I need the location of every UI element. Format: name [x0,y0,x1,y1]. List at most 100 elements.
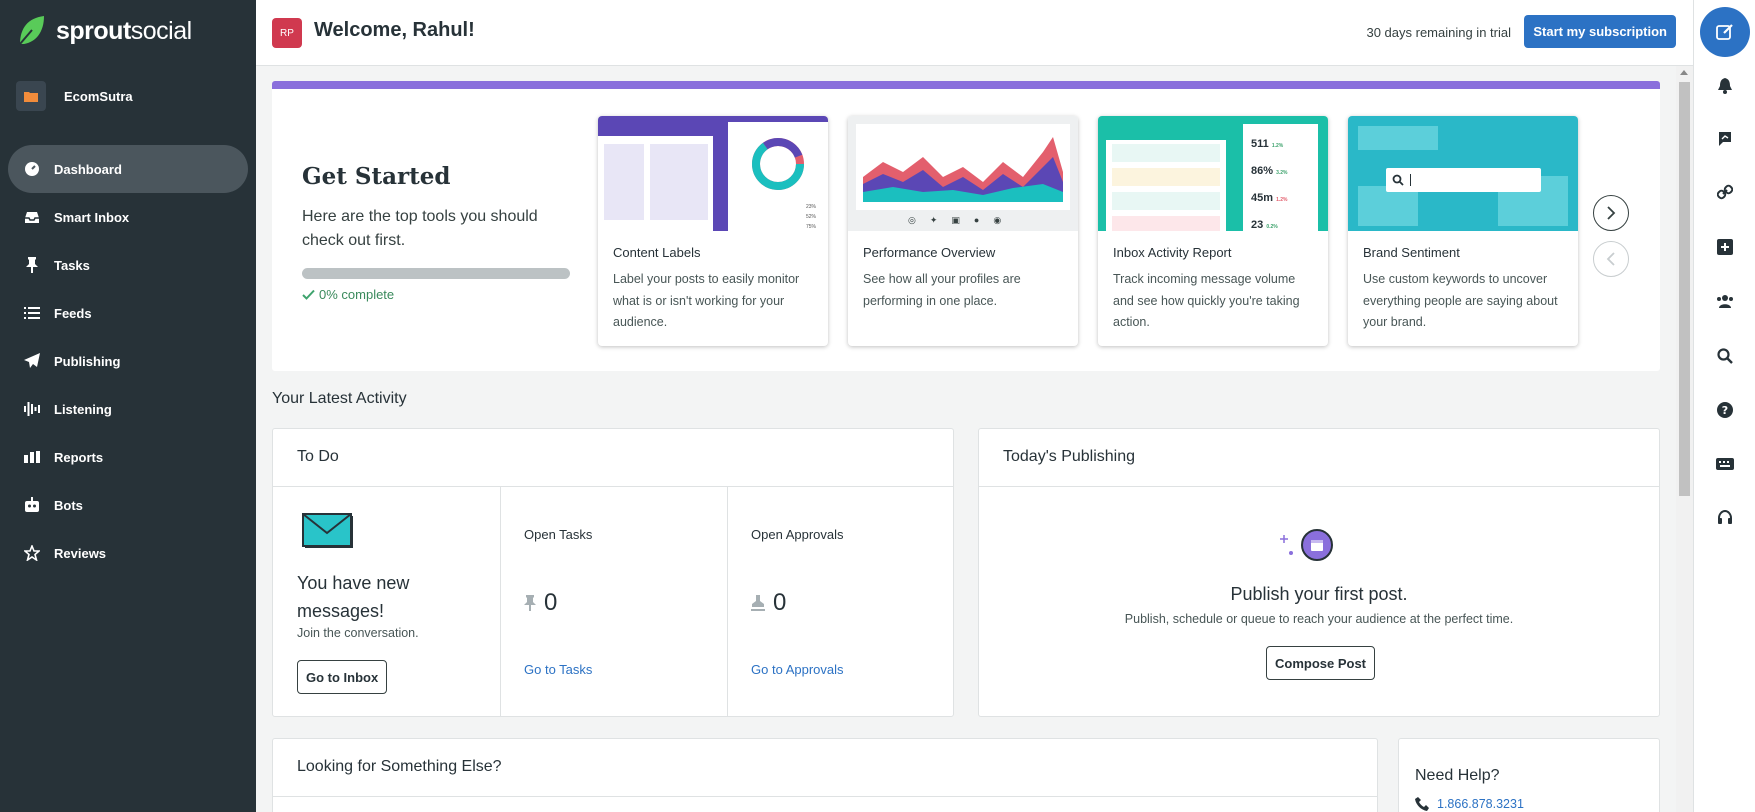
main-scrollbar[interactable] [1676,66,1693,812]
illustration-block [1358,186,1418,226]
open-tasks-label: Open Tasks [524,527,593,542]
divider [273,486,953,487]
sprout-logo[interactable]: sproutsocial [18,14,192,48]
stat-row: 23 0.2% [1251,219,1278,231]
illustration-panel [1106,140,1226,231]
chevron-left-icon [1606,252,1615,266]
illustration-row [1112,192,1220,210]
compose-icon [1716,24,1733,40]
sidebar-item-label: Smart Inbox [54,209,130,225]
account-switcher[interactable]: EcomSutra [16,81,133,111]
get-started-card: Get Started Here are the top tools you s… [272,81,1660,371]
text-cursor [1410,174,1411,186]
divider [979,486,1659,487]
publish-headline: Publish your first post. [1230,584,1408,604]
scroll-thumb[interactable] [1679,82,1690,496]
tool-title: Performance Overview [863,245,996,260]
illustration-row [1112,168,1220,186]
linkedin-icon: ▣ [951,215,960,225]
new-messages-title: You have new messages! [297,573,410,621]
progress-label: 0% complete [319,287,395,302]
sidebar-item-publishing[interactable]: Publishing [8,337,248,385]
sidebar-item-label: Publishing [54,353,121,369]
sidebar-item-label: Listening [54,401,112,417]
sidebar-item-label: Feeds [54,305,92,321]
stats-panel: 511 1.2% 86% 3.2% 45m 1.2% 23 0.2% [1243,124,1318,231]
sidebar-item-feeds[interactable]: Feeds [8,289,248,337]
sidebar: sproutsocial EcomSutra Dashboard Smart I… [0,0,256,812]
svg-text:?: ? [1722,404,1728,417]
tool-card-brand-sentiment[interactable]: Brand Sentiment Use custom keywords to u… [1348,116,1578,346]
search-icon [1392,174,1404,186]
tool-title: Brand Sentiment [1363,245,1460,260]
carousel-next-button[interactable] [1593,195,1629,231]
illustration-block [650,144,708,220]
brand-name: sproutsocial [56,16,192,45]
illustration-panel: 23% 52% 75% [728,122,828,231]
scroll-up-arrow[interactable] [1680,70,1688,75]
compose-button[interactable] [1700,7,1750,57]
publish-subtitle: Publish, schedule or queue to reach your… [1124,612,1514,626]
bot-icon [24,497,40,513]
tool-card-content-labels[interactable]: 23% 52% 75% Content Labels Label your po… [598,116,828,346]
facebook-icon: ● [973,215,980,225]
tool-description: Track incoming message volume and see ho… [1113,272,1300,329]
list-icon [24,305,40,321]
sidebar-item-dashboard[interactable]: Dashboard [8,145,248,193]
tool-description: Label your posts to easily monitor what … [613,272,800,329]
sidebar-item-reviews[interactable]: Reviews [8,529,248,577]
sidebar-item-smart-inbox[interactable]: Smart Inbox [8,193,248,241]
tool-title: Inbox Activity Report [1113,245,1232,260]
need-help-panel: Need Help? 1.866.878.3231 [1398,738,1660,812]
go-to-inbox-button[interactable]: Go to Inbox [297,660,388,694]
divider [273,796,1377,797]
stat-row: 45m 1.2% [1251,192,1288,204]
link-icon[interactable] [1715,182,1735,202]
add-icon[interactable] [1715,237,1735,257]
account-name: EcomSutra [64,88,133,104]
donut-legend-label: 23% [806,204,817,210]
pin-icon [524,595,536,611]
avatar[interactable]: RP [272,18,302,48]
go-to-tasks-link[interactable]: Go to Tasks [524,662,592,677]
sidebar-item-label: Reports [54,449,104,465]
illustration-panel [598,136,713,231]
sidebar-nav: Dashboard Smart Inbox Tasks Feeds Publis… [8,145,248,577]
illustration-block [1358,126,1438,150]
help-phone[interactable]: 1.866.878.3231 [1415,797,1524,811]
sidebar-item-reports[interactable]: Reports [8,433,248,481]
bell-icon[interactable] [1715,76,1735,96]
go-to-approvals-link[interactable]: Go to Approvals [751,662,844,677]
keyboard-icon[interactable] [1715,454,1735,474]
users-icon[interactable] [1715,291,1735,311]
help-icon[interactable]: ? [1715,400,1735,420]
new-messages-subtitle: Join the conversation. [297,626,419,640]
message-bubble-icon[interactable] [1715,129,1735,149]
stat-row: 86% 3.2% [1251,165,1288,177]
top-header: RP Welcome, Rahul! 30 days remaining in … [256,0,1693,66]
start-subscription-button[interactable]: Start my subscription [1524,15,1676,48]
bar-chart-icon [24,449,40,465]
illustration-row [1112,216,1220,231]
donut-legend-label: 52% [806,214,817,220]
sidebar-item-listening[interactable]: Listening [8,385,248,433]
tool-description: Use custom keywords to uncover everythin… [1363,272,1558,329]
carousel-prev-button[interactable] [1593,241,1629,277]
open-approvals-count: 0 [751,589,786,617]
panel-title: Looking for Something Else? [297,758,502,775]
inbox-activity-illustration: 511 1.2% 86% 3.2% 45m 1.2% 23 0.2% [1098,116,1328,231]
tool-card-inbox-activity[interactable]: 511 1.2% 86% 3.2% 45m 1.2% 23 0.2% Inbox… [1098,116,1328,346]
tool-card-performance-overview[interactable]: ◎ ✦ ▣ ● ◉ Performance Overview See how all y… [848,116,1078,346]
panel-title: Today's Publishing [1003,448,1136,465]
search-icon[interactable] [1715,346,1735,366]
donut-chart-icon [752,138,804,190]
compose-post-button[interactable]: Compose Post [1266,646,1376,680]
sidebar-item-bots[interactable]: Bots [8,481,248,529]
open-tasks-count: 0 [524,589,557,617]
illustration-row [1112,144,1220,162]
headset-icon[interactable] [1715,508,1735,528]
sidebar-item-tasks[interactable]: Tasks [8,241,248,289]
sidebar-item-label: Bots [54,497,83,513]
sound-wave-icon [24,401,40,417]
phone-icon [1415,797,1429,811]
